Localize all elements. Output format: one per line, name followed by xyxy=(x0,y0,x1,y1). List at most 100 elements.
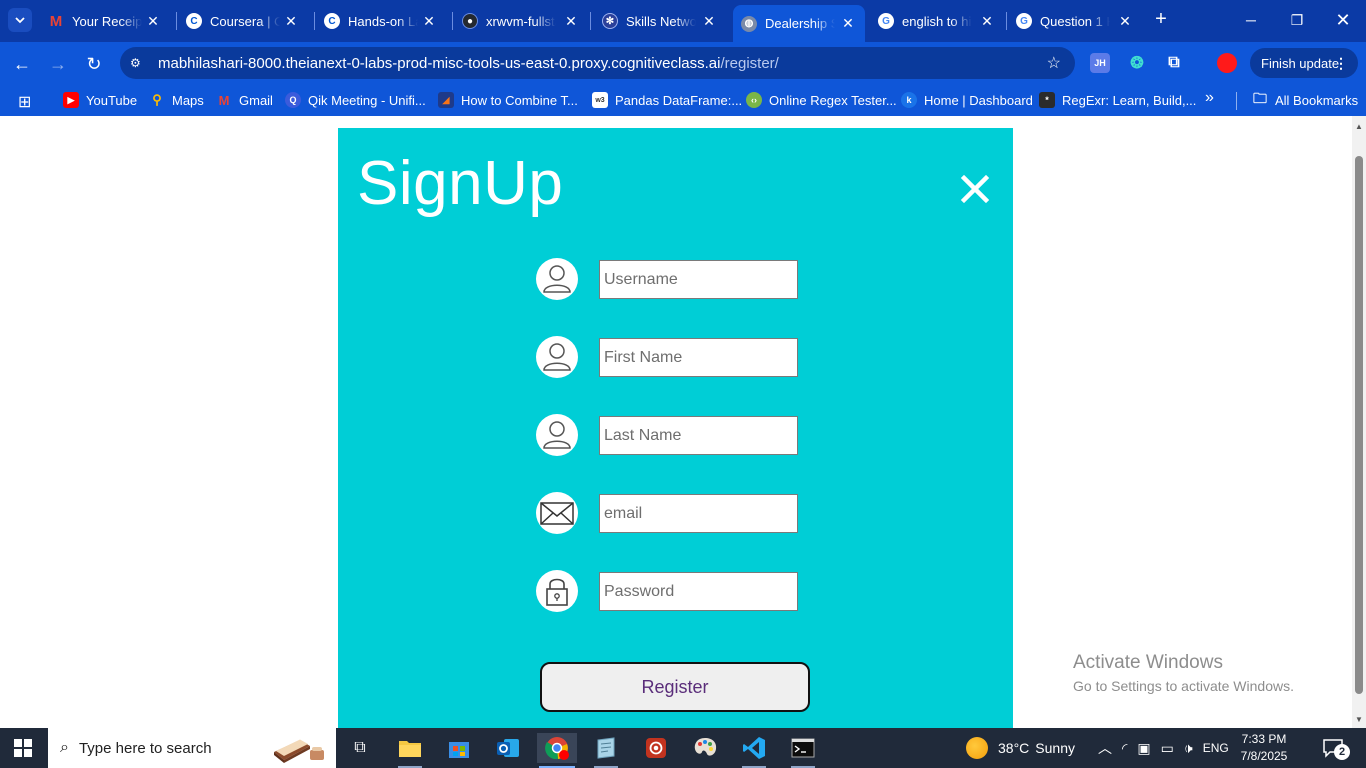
bookmark-pandas-dataframe[interactable]: w3 Pandas DataFrame:... xyxy=(592,92,742,108)
minimize-button[interactable]: ─ xyxy=(1228,6,1274,34)
bookmark-youtube[interactable]: ▶ YouTube xyxy=(63,92,137,108)
youtube-icon: ▶ xyxy=(63,92,79,108)
bookmark-gmail[interactable]: M Gmail xyxy=(216,92,273,108)
notepad-button[interactable] xyxy=(586,733,626,768)
store-button[interactable] xyxy=(439,733,479,763)
tab-your-receipt[interactable]: M Your Receipt ✕ xyxy=(40,4,170,38)
tab-close-icon[interactable]: ✕ xyxy=(839,15,857,32)
tab-close-icon[interactable]: ✕ xyxy=(562,13,580,30)
extensions-puzzle-icon[interactable]: ⧉ xyxy=(1164,53,1184,73)
notifications-button[interactable]: 2 xyxy=(1322,738,1350,763)
user-icon xyxy=(536,336,578,378)
bookmark-label: YouTube xyxy=(86,92,138,108)
battery-icon[interactable]: ▭ xyxy=(1161,740,1174,757)
new-tab-button[interactable]: + xyxy=(1150,8,1172,31)
bookmark-label: RegExr: Learn, Build,... xyxy=(1062,92,1197,108)
close-window-button[interactable]: ✕ xyxy=(1320,6,1366,34)
last-name-input[interactable] xyxy=(599,416,798,455)
tab-close-icon[interactable]: ✕ xyxy=(144,13,162,30)
bookmark-maps[interactable]: ⚲ Maps xyxy=(149,92,204,108)
bookmark-label: Pandas DataFrame:... xyxy=(615,92,743,108)
scrollbar-thumb[interactable] xyxy=(1355,156,1363,694)
system-clock[interactable]: 7:33 PM 7/8/2025 xyxy=(1224,731,1304,765)
bookmark-qik-meeting[interactable]: Q Qik Meeting - Unifi... xyxy=(285,92,426,108)
coursera-icon: C xyxy=(186,13,202,29)
first-name-input[interactable] xyxy=(599,338,798,377)
terminal-button[interactable] xyxy=(783,733,823,768)
bookmark-star-icon[interactable]: ☆ xyxy=(1047,53,1061,73)
page-scrollbar[interactable]: ▲ ▼ xyxy=(1352,116,1366,728)
all-bookmarks-button[interactable]: 🗀 All Bookmarks xyxy=(1252,90,1358,108)
restore-button[interactable]: ❐ xyxy=(1274,6,1320,34)
paint-button[interactable] xyxy=(685,733,725,763)
scroll-up-icon[interactable]: ▲ xyxy=(1355,122,1363,131)
file-explorer-button[interactable] xyxy=(390,733,430,768)
address-bar[interactable]: ⚙ mabhilashari-8000.theianext-0-labs-pro… xyxy=(120,47,1075,79)
google-icon: G xyxy=(1016,13,1032,29)
tab-divider xyxy=(1006,12,1007,30)
back-button[interactable]: ← xyxy=(9,51,35,77)
arrow-right-icon: → xyxy=(49,53,67,74)
register-button[interactable]: Register xyxy=(540,662,810,712)
folder-icon: 🗀 xyxy=(1253,90,1267,106)
regexr-icon: * xyxy=(1039,92,1055,108)
username-input[interactable] xyxy=(599,260,798,299)
tab-coursera[interactable]: C Coursera | Online ✕ xyxy=(178,4,308,38)
chevron-up-icon[interactable]: ︿ xyxy=(1098,738,1112,758)
tab-hands-on-lab[interactable]: C Hands-on Lab ✕ xyxy=(316,4,446,38)
profile-avatar[interactable] xyxy=(1217,53,1237,73)
bookmark-label: Home | Dashboard xyxy=(924,92,1033,108)
vscode-button[interactable] xyxy=(734,733,774,768)
reload-button[interactable]: ↻ xyxy=(81,51,107,77)
url-path: /register/ xyxy=(720,54,779,72)
bookmark-how-to-combine[interactable]: ◢ How to Combine T... xyxy=(438,92,578,108)
recorder-button[interactable] xyxy=(636,733,676,763)
task-view-button[interactable]: ⧉ xyxy=(340,733,380,763)
finish-update-button[interactable]: Finish update ⋮ xyxy=(1250,48,1358,78)
apps-button[interactable]: ⊞ xyxy=(18,92,31,112)
url-text[interactable]: mabhilashari-8000.theianext-0-labs-prod-… xyxy=(158,55,779,72)
modal-close-button[interactable] xyxy=(958,172,992,206)
tab-close-icon[interactable]: ✕ xyxy=(700,13,718,30)
tab-title: Question 1 Hint xyxy=(1040,13,1110,29)
forward-button[interactable]: → xyxy=(45,51,71,77)
bookmark-home-dashboard[interactable]: k Home | Dashboard xyxy=(901,92,1033,108)
tab-github[interactable]: ● xrwvm-fullstack ✕ xyxy=(454,4,588,38)
github-icon: ● xyxy=(462,13,478,29)
clock-time: 7:33 PM xyxy=(1241,732,1287,746)
reload-icon: ↻ xyxy=(86,53,102,74)
password-input[interactable] xyxy=(599,572,798,611)
jh-extension-icon[interactable]: JH xyxy=(1090,53,1110,73)
tab-question-1-hint[interactable]: G Question 1 Hint ✕ xyxy=(1008,4,1142,38)
speaker-icon[interactable]: 🕩 xyxy=(1184,740,1193,757)
bookmark-label: Qik Meeting - Unifi... xyxy=(308,92,426,108)
user-icon xyxy=(536,258,578,300)
start-button[interactable] xyxy=(14,739,32,757)
bookmark-regexr[interactable]: * RegExr: Learn, Build,... xyxy=(1039,92,1196,108)
more-bookmarks-button[interactable]: » xyxy=(1205,89,1214,107)
tab-close-icon[interactable]: ✕ xyxy=(1116,13,1134,30)
taskbar-search[interactable]: ⌕ Type here to search xyxy=(48,728,336,768)
tab-english-to-hindi[interactable]: G english to hindi ✕ xyxy=(870,4,1004,38)
tab-title: Your Receipt xyxy=(72,13,142,29)
outlook-button[interactable] xyxy=(488,733,528,763)
tab-dealership-signup[interactable]: ◍ Dealership Sign ✕ xyxy=(733,5,865,42)
restore-icon: ❐ xyxy=(1290,12,1304,28)
email-input[interactable] xyxy=(599,494,798,533)
site-info-icon[interactable]: ⚙ xyxy=(130,56,148,70)
tab-close-icon[interactable]: ✕ xyxy=(282,13,300,30)
ai-extension-icon[interactable]: ❂ xyxy=(1127,53,1147,73)
meet-now-icon[interactable]: ▣ xyxy=(1137,740,1150,757)
bookmark-online-regex-tester[interactable]: ‹› Online Regex Tester... xyxy=(746,92,897,108)
double-chevron-icon: » xyxy=(1205,89,1214,106)
wifi-icon[interactable]: ◜ xyxy=(1122,740,1127,757)
tab-close-icon[interactable]: ✕ xyxy=(978,13,996,30)
tab-search-button[interactable] xyxy=(8,8,32,32)
weather-widget[interactable]: 38°C Sunny xyxy=(966,728,1075,768)
w3schools-icon: w3 xyxy=(592,92,608,108)
chrome-button[interactable] xyxy=(537,733,577,768)
tab-skills-network[interactable]: ✻ Skills Network ✕ xyxy=(594,4,726,38)
tab-close-icon[interactable]: ✕ xyxy=(420,13,438,30)
notification-count: 2 xyxy=(1334,744,1350,760)
scroll-down-icon[interactable]: ▼ xyxy=(1355,715,1363,724)
